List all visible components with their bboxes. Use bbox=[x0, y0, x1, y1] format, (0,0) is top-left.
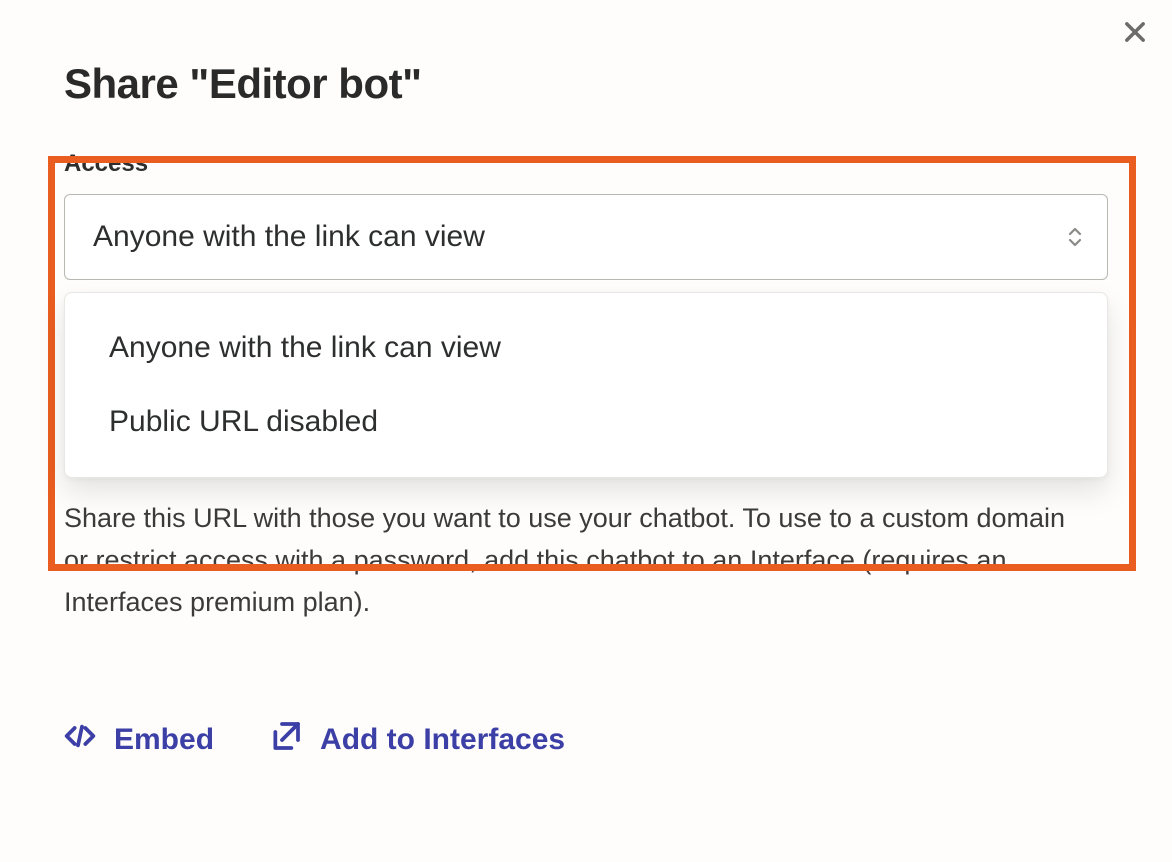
embed-link[interactable]: Embed bbox=[64, 720, 214, 760]
share-dialog: Share "Editor bot" Access Anyone with th… bbox=[64, 60, 1108, 760]
access-select-value: Anyone with the link can view bbox=[93, 220, 485, 254]
help-text: Share this URL with those you want to us… bbox=[64, 498, 1074, 624]
access-option-label: Public URL disabled bbox=[109, 405, 378, 438]
close-icon bbox=[1121, 18, 1149, 49]
external-link-icon bbox=[270, 720, 302, 760]
access-select[interactable]: Anyone with the link can view bbox=[64, 194, 1108, 280]
embed-label: Embed bbox=[114, 723, 214, 757]
add-to-interfaces-link[interactable]: Add to Interfaces bbox=[270, 720, 565, 760]
access-option-disabled[interactable]: Public URL disabled bbox=[65, 385, 1107, 459]
select-stepper-icon bbox=[1067, 227, 1083, 247]
access-select-wrap: Anyone with the link can view Anyone wit… bbox=[64, 194, 1108, 280]
access-dropdown: Anyone with the link can view Public URL… bbox=[64, 292, 1108, 478]
close-button[interactable] bbox=[1114, 12, 1156, 54]
action-links: Embed Add to Interfaces bbox=[64, 720, 1108, 760]
access-option-label: Anyone with the link can view bbox=[109, 331, 501, 364]
dialog-title: Share "Editor bot" bbox=[64, 60, 1108, 108]
access-label: Access bbox=[64, 150, 1108, 178]
access-option-anyone[interactable]: Anyone with the link can view bbox=[65, 311, 1107, 385]
code-icon bbox=[64, 720, 96, 760]
add-to-interfaces-label: Add to Interfaces bbox=[320, 723, 565, 757]
